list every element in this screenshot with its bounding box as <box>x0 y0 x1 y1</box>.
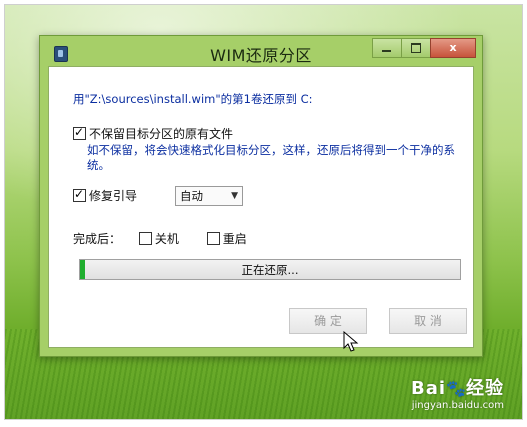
restore-progress-bar: 正在还原... <box>79 259 461 280</box>
chevron-down-icon: ▼ <box>231 191 238 201</box>
repair-boot-checkbox[interactable] <box>73 187 86 202</box>
restore-info-text: 用"Z:\sources\install.wim"的第1卷还原到 C: <box>73 92 313 106</box>
maximize-icon <box>411 43 421 53</box>
watermark-brand: Bai <box>411 378 447 399</box>
shutdown-checkbox[interactable] <box>138 232 152 245</box>
keep-files-checkbox[interactable] <box>73 125 86 140</box>
dialog-window: WIM还原分区 x 用"Z:\sources\install.wim"的第1卷还… <box>39 35 483 357</box>
close-button[interactable]: x <box>430 38 476 58</box>
boot-mode-value: 自动 <box>180 189 203 203</box>
after-complete-label: 完成后： <box>73 232 122 246</box>
close-icon: x <box>449 41 457 54</box>
cancel-button[interactable]: 取 消 <box>389 308 467 334</box>
progress-text: 正在还原... <box>241 263 299 277</box>
repair-boot-option[interactable]: 修复引导 <box>73 187 137 204</box>
watermark-url: jingyan.baidu.com <box>411 400 504 411</box>
mouse-pointer-icon <box>343 331 359 352</box>
restart-option[interactable]: 重启 <box>206 232 247 246</box>
dialog-body: 用"Z:\sources\install.wim"的第1卷还原到 C: 不保留目… <box>48 66 474 348</box>
window-controls: x <box>372 38 476 58</box>
baidu-watermark: Bai🐾经验 jingyan.baidu.com <box>411 374 504 411</box>
restart-label: 重启 <box>222 232 247 246</box>
restart-checkbox[interactable] <box>206 232 220 245</box>
boot-mode-select[interactable]: 自动 ▼ <box>175 186 243 206</box>
title-bar[interactable]: WIM还原分区 x <box>40 36 482 66</box>
maximize-button[interactable] <box>401 38 431 58</box>
watermark-brand-suffix: 经验 <box>466 378 504 399</box>
keep-files-label: 不保留目标分区的原有文件 <box>89 127 234 141</box>
shutdown-label: 关机 <box>154 232 179 246</box>
minimize-icon <box>382 50 391 52</box>
keep-files-option[interactable]: 不保留目标分区的原有文件 <box>73 125 233 142</box>
paw-icon: 🐾 <box>446 379 466 398</box>
screenshot-frame: WIM还原分区 x 用"Z:\sources\install.wim"的第1卷还… <box>4 4 523 420</box>
after-complete-row: 完成后： 关机 重启 <box>73 230 271 247</box>
keep-files-description: 如不保留，将会快速格式化目标分区，这样，还原后将得到一个干净的系统。 <box>87 143 455 172</box>
minimize-button[interactable] <box>372 38 402 58</box>
repair-boot-label: 修复引导 <box>89 189 138 203</box>
shutdown-option[interactable]: 关机 <box>138 232 179 246</box>
